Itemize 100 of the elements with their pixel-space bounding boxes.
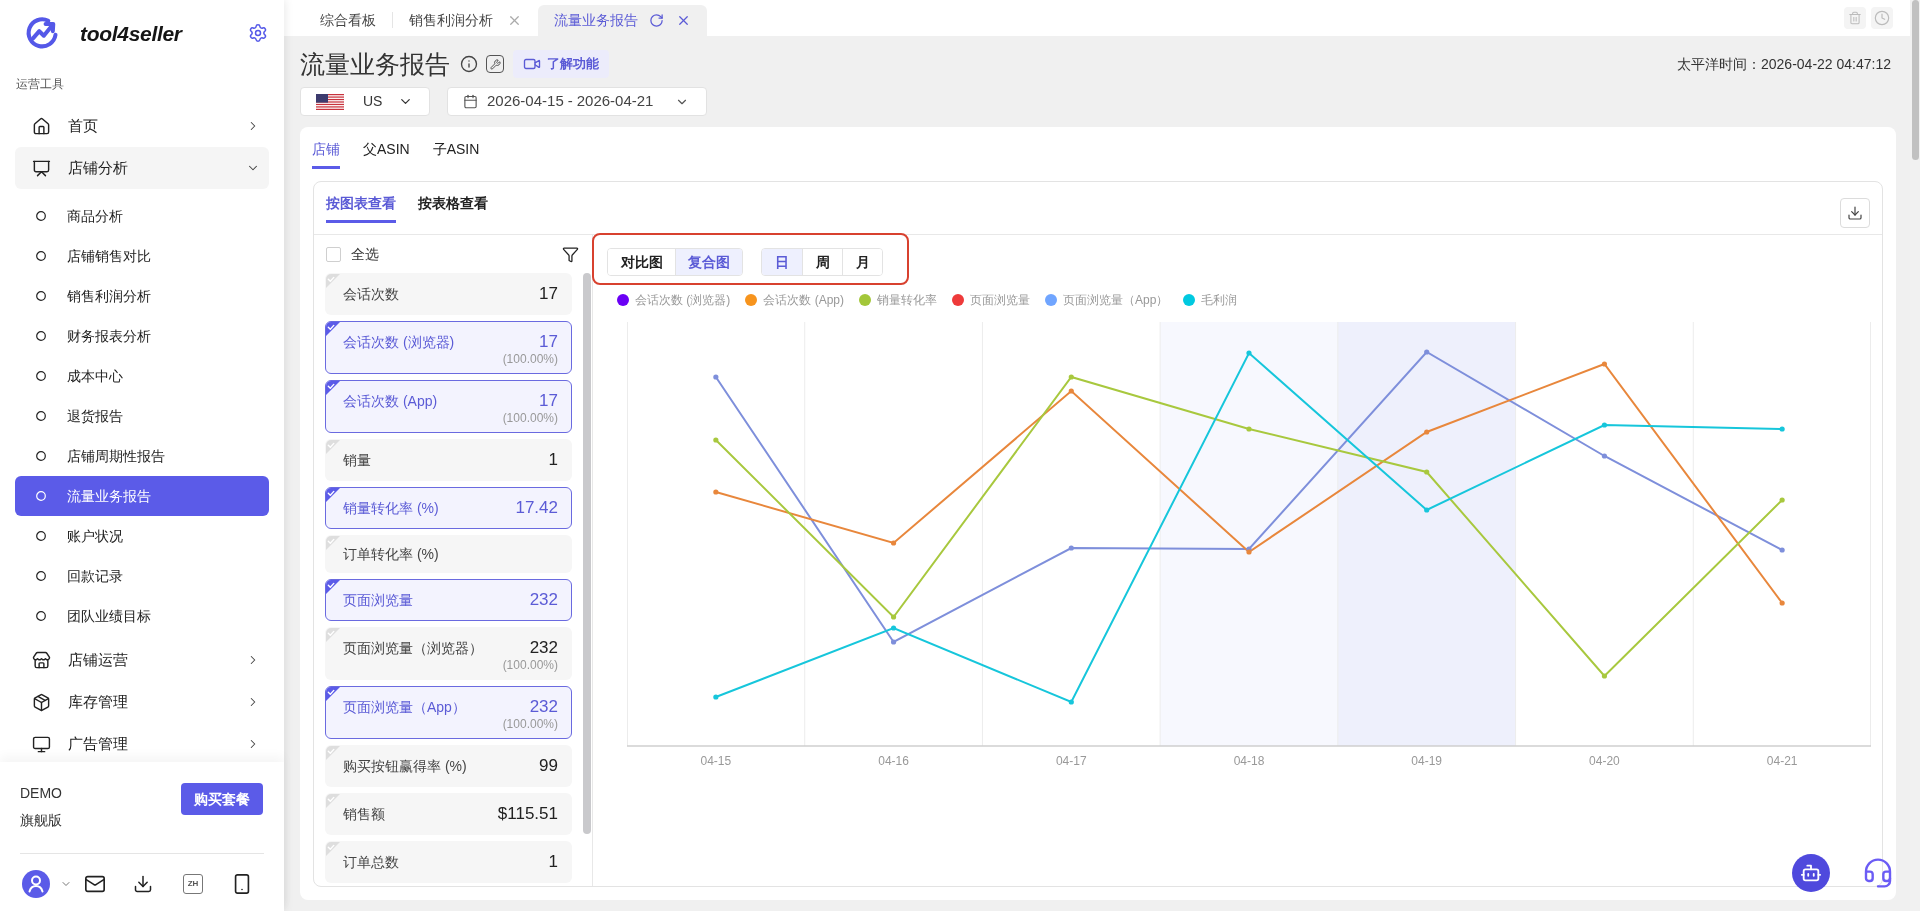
metric-label: 会话次数 (App) [343,392,438,411]
metric-label: 购买按钮赢得率 (%) [343,757,467,776]
avatar-icon[interactable] [22,870,50,898]
filter-icon[interactable] [562,245,579,263]
wrench-icon[interactable] [486,55,504,73]
metric-card[interactable]: 销量 1 [325,439,572,481]
data-point [1246,350,1252,356]
export-button[interactable] [1840,198,1870,228]
metric-card[interactable]: 销售额 $115.51 [325,793,572,835]
metric-card[interactable]: 订单转化率 (%) [325,535,572,573]
data-point [1424,429,1430,435]
data-point [1779,547,1785,553]
data-point [713,489,719,495]
language-button[interactable]: ZH [183,874,203,894]
mail-icon[interactable] [84,873,106,895]
metric-value: 99 [539,755,558,777]
check-corner-icon [326,381,340,395]
data-point [1779,497,1785,503]
metric-card[interactable]: 销量转化率 (%) 17.42 [325,487,572,529]
axis-label: 04-17 [1055,753,1087,769]
check-corner-icon [326,488,340,502]
scrollbar-thumb[interactable] [583,273,591,834]
period-option[interactable]: 日 [762,249,802,275]
box-icon [32,692,51,712]
select-all-checkbox[interactable] [326,246,341,262]
scope-tab[interactable]: 店铺 [312,138,340,169]
circle-icon [36,291,46,301]
scope-tab[interactable]: 父ASIN [363,138,410,169]
data-point [890,540,897,546]
axis-label: 04-15 [700,753,732,769]
metric-card[interactable]: 页面浏览量（App） 232 (100.00%) [325,686,572,739]
check-corner-icon [326,628,340,642]
refresh-icon[interactable] [649,13,664,28]
us-flag-icon [316,93,344,110]
metric-share: (100.00%) [502,354,558,365]
pacific-time-label: 太平洋时间：2026-04-22 04:47:12 [1677,54,1891,74]
data-point [713,694,719,700]
brand-name: tool4seller [80,22,182,44]
headset-icon[interactable] [1862,857,1894,889]
circle-icon [36,331,46,341]
metric-value: $115.51 [497,803,558,825]
page-tab[interactable]: 流量业务报告 [538,5,707,36]
metric-label: 销量转化率 (%) [343,499,439,518]
date-range-picker[interactable]: 2026-04-15 - 2026-04-21 [447,87,707,116]
download-icon[interactable] [133,874,153,894]
house-icon [32,116,51,136]
buy-plan-button[interactable]: 购买套餐 [181,783,263,815]
settings-icon[interactable] [248,23,268,43]
metric-card[interactable]: 会话次数 (浏览器) 17 (100.00%) [325,321,572,374]
learn-feature-button[interactable]: 了解功能 [513,50,609,78]
scope-tab[interactable]: 子ASIN [432,138,480,169]
metric-card[interactable]: 页面浏览量 232 [325,579,572,621]
metric-card[interactable]: 会话次数 (App) 17 (100.00%) [325,380,572,433]
circle-icon [36,251,46,261]
circle-icon [36,611,46,621]
metric-label: 订单总数 [343,853,399,872]
metric-value: 17 [539,390,558,412]
check-corner-icon [326,580,340,594]
metric-label: 页面浏览量 [343,591,413,610]
info-icon[interactable] [460,55,478,73]
submenu-item[interactable]: 流量业务报告 [15,476,269,516]
checkbox-label[interactable]: 全选 [351,243,379,265]
data-point [890,625,897,631]
axis-label: 04-18 [1233,753,1265,769]
marketplace-select[interactable]: US [300,87,430,116]
data-point [1068,374,1074,380]
check-corner-icon [326,794,340,808]
metric-value: 232 [529,589,558,611]
presentation-board-icon [32,158,51,178]
metric-label: 会话次数 [343,285,399,304]
axis-label: 04-21 [1766,753,1798,769]
metric-card[interactable]: 购买按钮赢得率 (%) 99 [325,745,572,787]
close-icon[interactable] [676,13,691,28]
metric-value: 232 [529,637,558,659]
check-corner-icon [326,274,340,288]
trash-icon [1848,11,1862,25]
menu-item[interactable]: 店铺分析 [15,147,269,189]
metric-label: 页面浏览量（App） [343,698,466,717]
data-point [1601,422,1608,428]
check-corner-icon [326,842,340,856]
metric-card[interactable]: 会话次数 17 [325,273,572,315]
data-point [1424,507,1430,513]
metric-value: 17.42 [515,497,558,519]
data-point [1068,699,1074,705]
scrollbar-thumb[interactable] [1912,0,1919,160]
logo-icon [24,15,60,51]
data-point [890,614,897,620]
check-corner-icon [326,322,340,336]
circle-icon [36,451,46,461]
view-tab[interactable]: 按图表查看 [326,192,396,223]
monitor-icon [32,734,51,754]
metric-card[interactable]: 订单总数 1 [325,841,572,883]
metric-card[interactable]: 页面浏览量（浏览器） 232 (100.00%) [325,627,572,680]
period-option[interactable]: 月 [842,249,882,275]
view-tab[interactable]: 按表格查看 [418,192,488,223]
data-point [1424,469,1430,475]
metric-label: 销量 [343,451,371,470]
chart-type-option[interactable]: 复合图 [675,249,742,275]
circle-icon [36,371,46,381]
metric-label: 订单转化率 (%) [343,545,439,564]
